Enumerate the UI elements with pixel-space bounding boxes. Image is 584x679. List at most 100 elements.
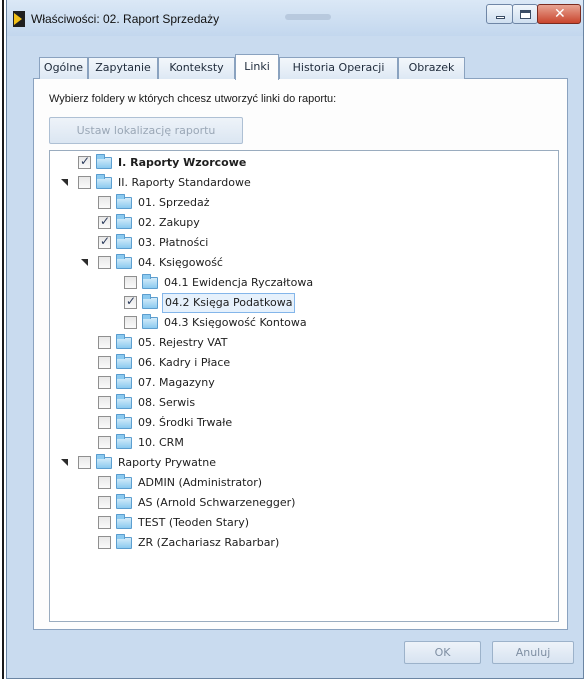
tree-row[interactable]: 06. Kadry i Płace: [50, 353, 550, 373]
folder-icon: [116, 194, 132, 209]
tree-row[interactable]: AS (Arnold Schwarzenegger): [50, 493, 550, 513]
expand-collapse-icon[interactable]: [81, 259, 88, 266]
folder-icon: [116, 434, 132, 449]
tree-checkbox[interactable]: [98, 476, 111, 489]
folder-icon: [116, 374, 132, 389]
window-title: Właściwości: 02. Raport Sprzedaży: [31, 12, 220, 26]
tree-item-label[interactable]: 10. CRM: [136, 433, 186, 453]
tree-row[interactable]: 04.3 Księgowość Kontowa: [50, 313, 550, 333]
tree-item-label[interactable]: 07. Magazyny: [136, 373, 217, 393]
tree-item-label[interactable]: II. Raporty Standardowe: [116, 173, 253, 193]
set-location-button[interactable]: Ustaw lokalizację raportu: [49, 117, 243, 144]
tree-item-label[interactable]: 01. Sprzedaż: [136, 193, 212, 213]
instruction-text: Wybierz foldery w których chcesz utworzy…: [49, 93, 337, 105]
folder-icon: [116, 534, 132, 549]
tree-row[interactable]: II. Raporty Standardowe: [50, 173, 550, 193]
tree-checkbox[interactable]: [78, 154, 91, 169]
tree-item-label[interactable]: 04.3 Księgowość Kontowa: [162, 313, 309, 333]
tree-item-label[interactable]: AS (Arnold Schwarzenegger): [136, 493, 297, 513]
tree-checkbox[interactable]: [98, 214, 111, 229]
folder-icon: [116, 514, 132, 529]
tree-row[interactable]: I. Raporty Wzorcowe: [50, 153, 550, 173]
tree-checkbox[interactable]: [124, 316, 137, 329]
tree-row[interactable]: 08. Serwis: [50, 393, 550, 413]
folder-tree[interactable]: I. Raporty WzorcoweII. Raporty Standardo…: [49, 150, 559, 622]
folder-icon: [116, 414, 132, 429]
tab-konteksty[interactable]: Konteksty: [158, 57, 235, 79]
folder-icon: [142, 274, 158, 289]
folder-icon: [96, 154, 112, 169]
folder-icon: [116, 494, 132, 509]
tree-item-label[interactable]: 04.2 Księga Podatkowa: [162, 293, 296, 313]
tab-obrazek[interactable]: Obrazek: [398, 57, 465, 79]
tree-checkbox[interactable]: [98, 356, 111, 369]
expand-collapse-icon[interactable]: [61, 179, 68, 186]
tree-item-label[interactable]: 08. Serwis: [136, 393, 197, 413]
folder-icon: [116, 234, 132, 249]
tree-row[interactable]: 01. Sprzedaż: [50, 193, 550, 213]
tree-row[interactable]: 04. Księgowość: [50, 253, 550, 273]
folder-icon: [116, 474, 132, 489]
tree-item-label[interactable]: I. Raporty Wzorcowe: [116, 153, 248, 173]
blurred-title-fragment: [285, 14, 331, 20]
folder-icon: [142, 314, 158, 329]
tree-row[interactable]: 03. Płatności: [50, 233, 550, 253]
tree-item-label[interactable]: 05. Rejestry VAT: [136, 333, 230, 353]
minimize-icon: [496, 16, 505, 19]
tree-row[interactable]: TEST (Teoden Stary): [50, 513, 550, 533]
tree-item-label[interactable]: 09. Środki Trwałe: [136, 413, 234, 433]
tab-linki[interactable]: Linki: [235, 54, 279, 80]
tree-item-label[interactable]: Raporty Prywatne: [116, 453, 218, 473]
tree-checkbox[interactable]: [98, 436, 111, 449]
folder-icon: [142, 294, 158, 309]
tree-row[interactable]: 04.2 Księga Podatkowa: [50, 293, 550, 313]
tree-row[interactable]: 09. Środki Trwałe: [50, 413, 550, 433]
expand-collapse-icon[interactable]: [61, 459, 68, 466]
tree-row[interactable]: ZR (Zachariasz Rabarbar): [50, 533, 550, 553]
folder-icon: [96, 174, 112, 189]
tree-checkbox[interactable]: [98, 234, 111, 249]
close-button[interactable]: ✕: [537, 4, 581, 24]
tree-row[interactable]: 04.1 Ewidencja Ryczałtowa: [50, 273, 550, 293]
tree-checkbox[interactable]: [98, 376, 111, 389]
tree-item-label[interactable]: 04.1 Ewidencja Ryczałtowa: [162, 273, 315, 293]
tree-checkbox[interactable]: [98, 336, 111, 349]
cancel-button[interactable]: Anuluj: [492, 641, 574, 664]
tree-checkbox[interactable]: [98, 196, 111, 209]
tree-item-label[interactable]: TEST (Teoden Stary): [136, 513, 251, 533]
tree-item-label[interactable]: ZR (Zachariasz Rabarbar): [136, 533, 281, 553]
tree-checkbox[interactable]: [98, 396, 111, 409]
tree-checkbox[interactable]: [124, 294, 137, 309]
app-logo-icon: [13, 11, 25, 27]
tree-checkbox[interactable]: [98, 256, 111, 269]
tree-checkbox[interactable]: [98, 416, 111, 429]
tree-checkbox[interactable]: [124, 276, 137, 289]
folder-icon: [116, 394, 132, 409]
tree-item-label[interactable]: 03. Płatności: [136, 233, 210, 253]
tree-item-label[interactable]: 04. Księgowość: [136, 253, 225, 273]
tree-row[interactable]: 05. Rejestry VAT: [50, 333, 550, 353]
ok-button[interactable]: OK: [404, 641, 481, 664]
tree-row[interactable]: 02. Zakupy: [50, 213, 550, 233]
tree-checkbox[interactable]: [78, 456, 91, 469]
tab-zapytanie[interactable]: Zapytanie: [88, 57, 158, 79]
minimize-button[interactable]: [486, 4, 513, 24]
close-icon: ✕: [554, 6, 566, 22]
tree-row[interactable]: 07. Magazyny: [50, 373, 550, 393]
tree-row[interactable]: 10. CRM: [50, 433, 550, 453]
folder-icon: [116, 254, 132, 269]
tab-historia-operacji[interactable]: Historia Operacji: [279, 57, 398, 79]
maximize-button[interactable]: [512, 4, 538, 24]
tree-checkbox[interactable]: [78, 176, 91, 189]
tree-checkbox[interactable]: [98, 496, 111, 509]
tab-ogolne[interactable]: Ogólne: [39, 57, 88, 79]
tree-checkbox[interactable]: [98, 536, 111, 549]
tree-row[interactable]: ADMIN (Administrator): [50, 473, 550, 493]
tree-row[interactable]: Raporty Prywatne: [50, 453, 550, 473]
tree-checkbox[interactable]: [98, 516, 111, 529]
title-bar[interactable]: Właściwości: 02. Raport Sprzedaży ✕: [7, 0, 583, 36]
tree-item-label[interactable]: 02. Zakupy: [136, 213, 202, 233]
folder-icon: [96, 454, 112, 469]
tree-item-label[interactable]: ADMIN (Administrator): [136, 473, 264, 493]
tree-item-label[interactable]: 06. Kadry i Płace: [136, 353, 232, 373]
